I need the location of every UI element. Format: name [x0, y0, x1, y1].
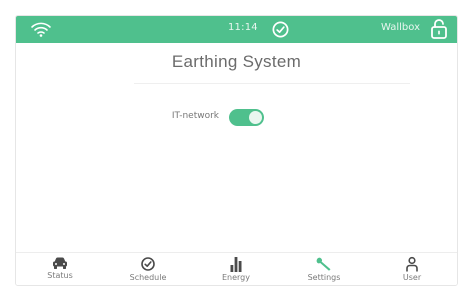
tab-label: Energy — [221, 273, 250, 282]
tab-label: Status — [47, 271, 73, 280]
tab-label: Settings — [307, 273, 341, 282]
tab-energy[interactable]: Energy — [192, 253, 280, 285]
tab-label: User — [402, 273, 422, 282]
tab-label: Schedule — [129, 273, 167, 282]
bar-chart-icon — [230, 257, 242, 272]
tab-schedule[interactable]: Schedule — [104, 253, 192, 285]
it-network-toggle[interactable] — [229, 109, 264, 126]
clock-icon — [141, 257, 155, 271]
wrench-icon — [316, 257, 331, 271]
car-icon — [53, 257, 67, 269]
main-content: Earthing System IT-network — [16, 43, 457, 252]
user-icon — [406, 256, 418, 272]
status-time: 11:14 — [228, 22, 258, 33]
setting-row-it-network: IT-network — [16, 109, 457, 129]
bottom-tab-bar: Status Schedule Energy Settings User — [16, 252, 457, 285]
page-title: Earthing System — [171, 52, 302, 71]
setting-label: IT-network — [171, 111, 219, 121]
wifi-icon — [31, 22, 51, 37]
app-window: 11:14 Wallbox Earthing System IT-network — [15, 15, 458, 286]
title-divider — [134, 83, 410, 84]
tab-user[interactable]: User — [368, 253, 456, 285]
toggle-knob — [249, 111, 262, 124]
device-name: Wallbox — [380, 22, 420, 33]
tab-settings[interactable]: Settings — [280, 253, 368, 285]
status-bar: 11:14 Wallbox — [16, 16, 457, 43]
tab-status[interactable]: Status — [16, 253, 104, 285]
unlock-icon[interactable] — [430, 18, 448, 40]
clock-check-icon — [272, 21, 289, 38]
